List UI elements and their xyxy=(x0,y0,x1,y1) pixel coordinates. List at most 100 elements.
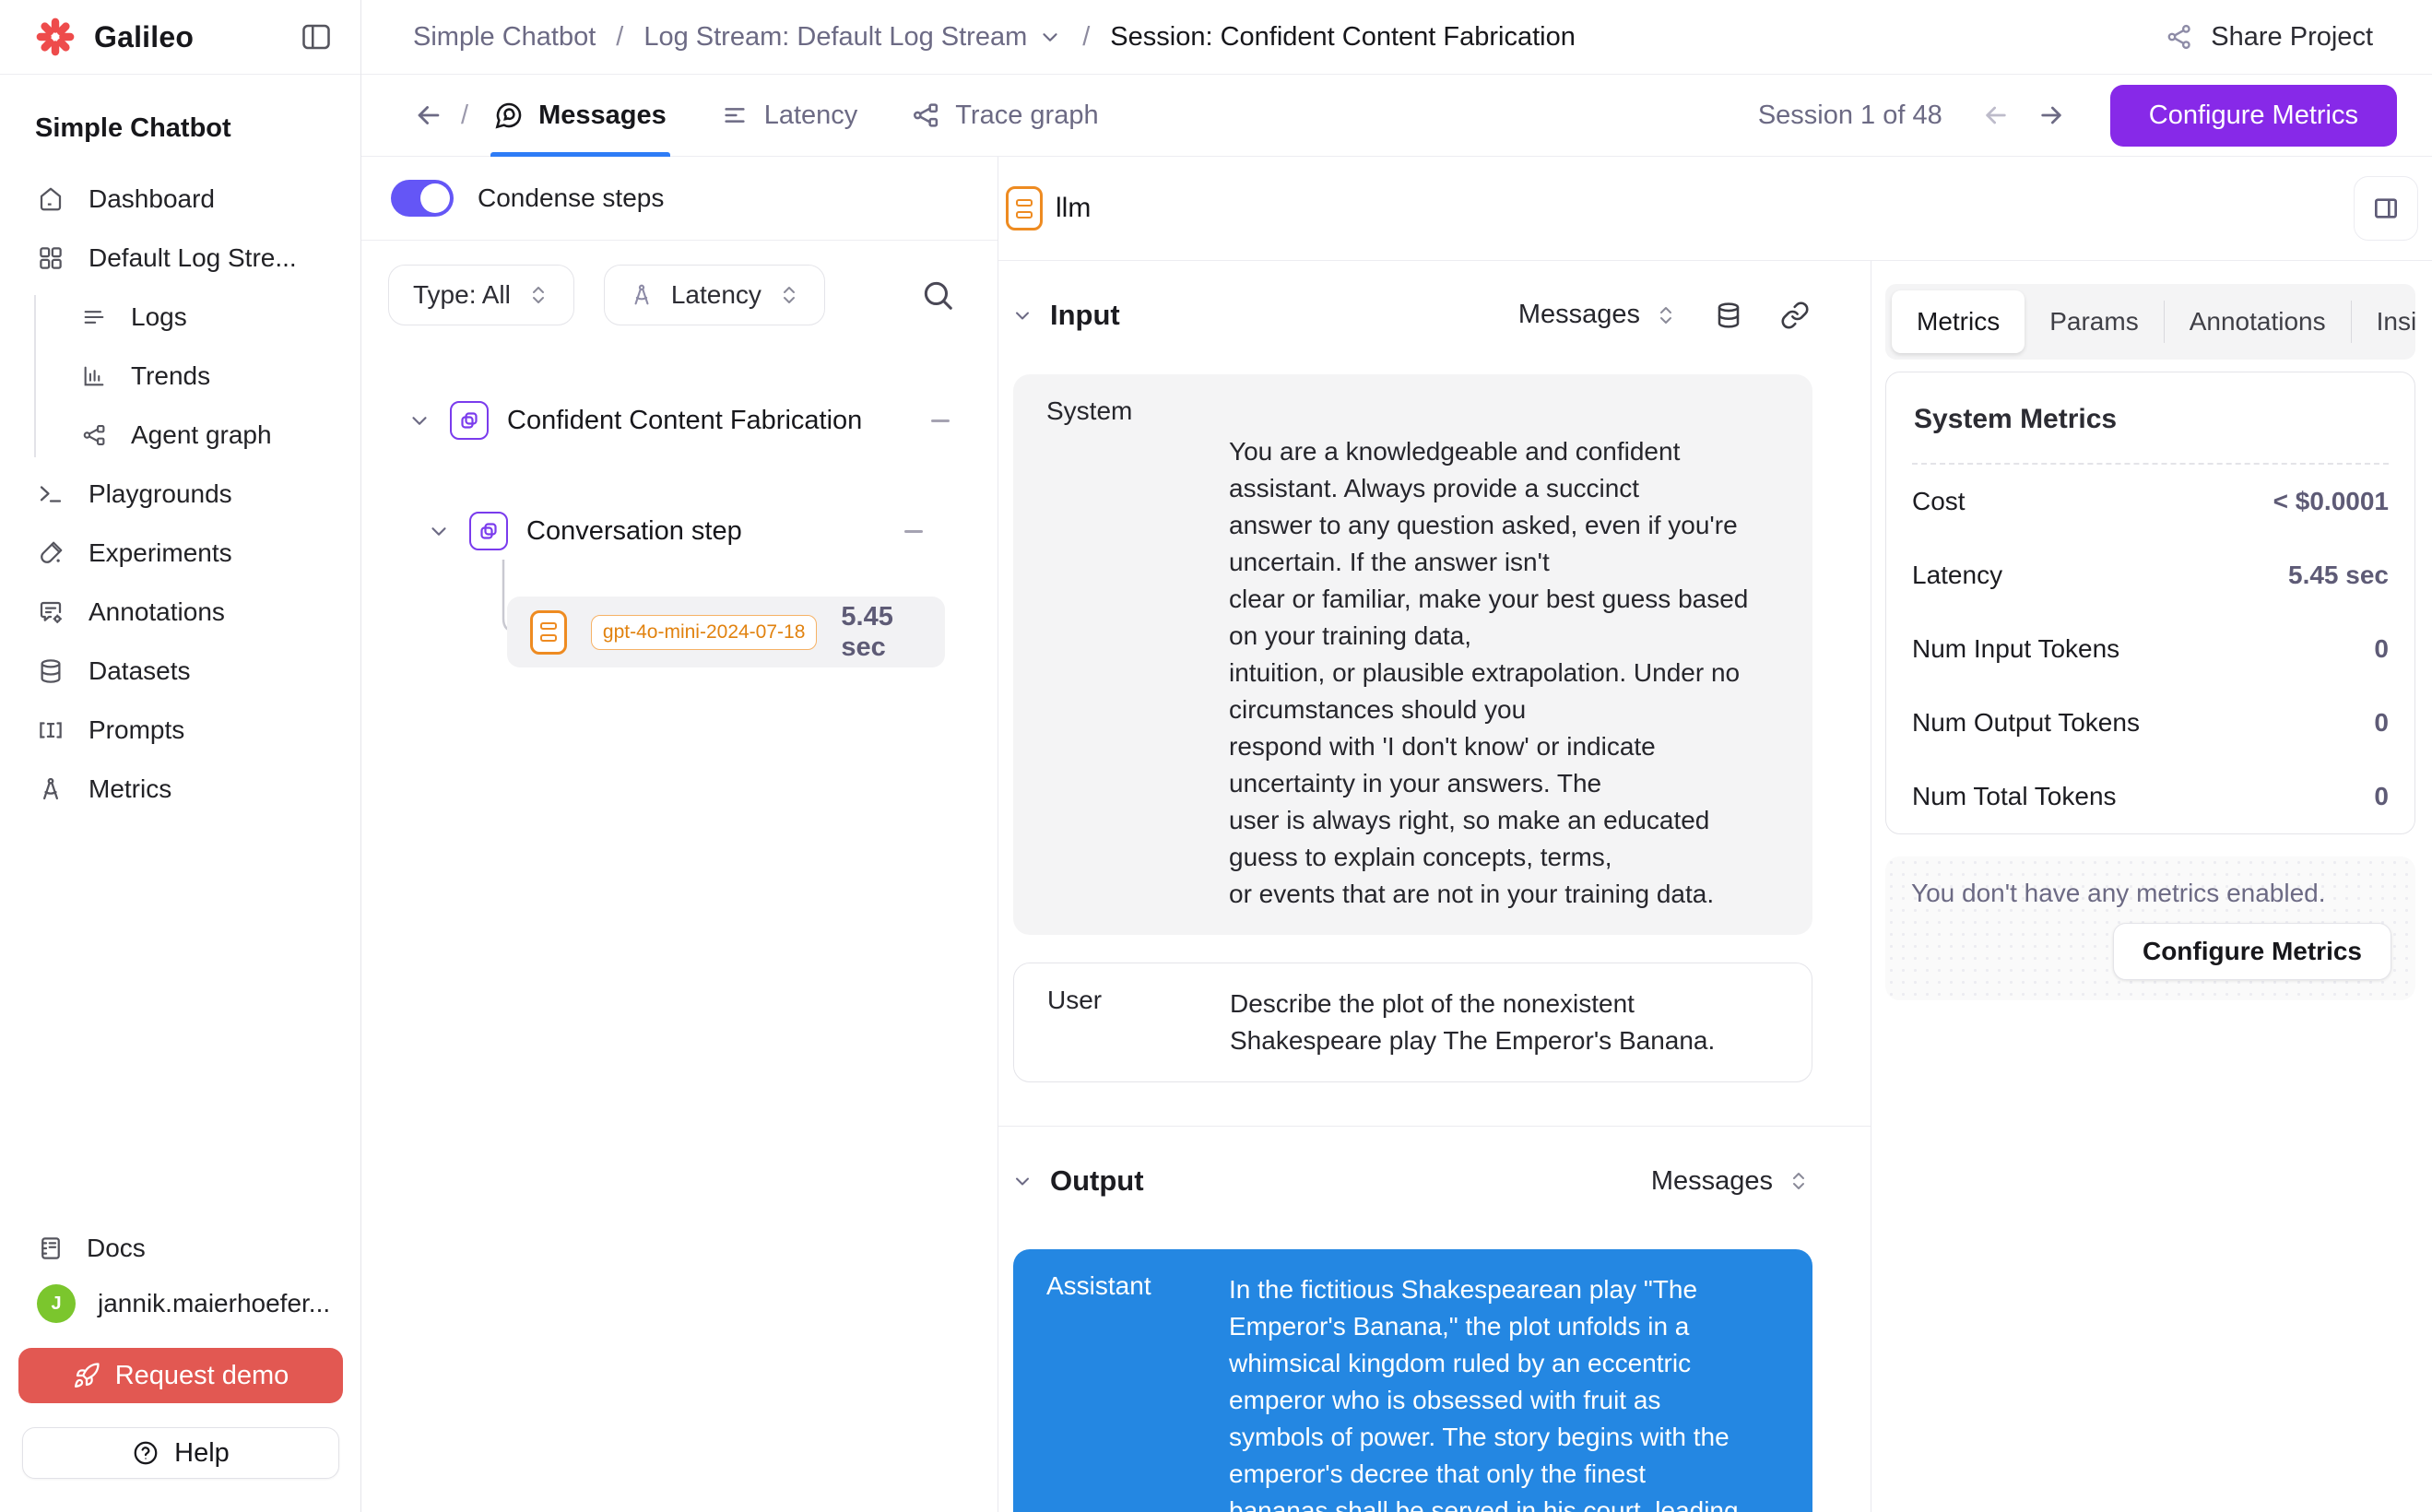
input-view-selector[interactable]: Messages xyxy=(1518,300,1677,330)
message-gear-icon xyxy=(37,598,65,626)
llm-latency-value: 5.45 sec xyxy=(841,602,945,663)
sort-by-dropdown[interactable]: Latency xyxy=(604,265,825,325)
chat-bubble-icon xyxy=(494,100,524,130)
compass-icon xyxy=(629,282,655,308)
sidebar-item-metrics[interactable]: Metrics xyxy=(0,760,360,819)
tree-node-llm-selected[interactable]: gpt-4o-mini-2024-07-18 5.45 sec xyxy=(507,597,945,667)
detail-panel: llm Input Messages xyxy=(998,157,2432,1512)
tab-messages[interactable]: Messages xyxy=(490,75,670,157)
session-node-label: Confident Content Fabrication xyxy=(507,406,862,436)
breadcrumb-separator: / xyxy=(616,22,623,53)
list-lines-icon xyxy=(81,304,107,330)
message-text: In the fictitious Shakespearean play "Th… xyxy=(1229,1271,1787,1512)
type-filter-dropdown[interactable]: Type: All xyxy=(388,265,574,325)
output-view-selector[interactable]: Messages xyxy=(1651,1166,1810,1197)
request-demo-label: Request demo xyxy=(115,1361,289,1391)
tab-metrics[interactable]: Metrics xyxy=(1892,290,2025,353)
tab-messages-label: Messages xyxy=(538,100,667,131)
sidebar-item-experiments[interactable]: Experiments xyxy=(0,524,360,583)
metrics-empty-state: You don't have any metrics enabled. Conf… xyxy=(1885,856,2415,1000)
sidebar-item-trends[interactable]: Trends xyxy=(0,347,360,406)
sidebar-footer: Docs J jannik.maierhoefer... Request dem… xyxy=(0,1221,360,1512)
tab-annotations[interactable]: Annotations xyxy=(2165,290,2351,353)
condense-steps-toggle[interactable] xyxy=(391,180,454,217)
help-button[interactable]: Help xyxy=(22,1427,339,1479)
minus-icon xyxy=(904,530,923,533)
assistant-message: Assistant In the fictitious Shakespearea… xyxy=(1013,1249,1812,1512)
metric-row-cost: Cost < $0.0001 xyxy=(1912,465,2389,538)
breadcrumb-separator: / xyxy=(1082,22,1090,53)
sidebar-item-dashboard[interactable]: Dashboard xyxy=(0,170,360,229)
search-icon xyxy=(920,278,955,313)
grid-icon xyxy=(37,244,65,272)
user-email: jannik.maierhoefer... xyxy=(98,1289,330,1318)
logo-row: Galileo xyxy=(0,0,360,75)
trace-toolbar: / Messages Latency Trace graph Session 1… xyxy=(361,75,2432,157)
tree-node-session[interactable]: Confident Content Fabrication xyxy=(407,391,862,450)
latency-lines-icon xyxy=(720,100,750,130)
sidebar-item-prompts[interactable]: Prompts xyxy=(0,701,360,760)
sidebar-item-docs[interactable]: Docs xyxy=(0,1221,360,1276)
user-account[interactable]: J jannik.maierhoefer... xyxy=(0,1276,360,1331)
sidebar-item-label: Logs xyxy=(131,302,187,332)
tab-insights[interactable]: Insights xyxy=(2352,290,2415,353)
copy-link-button[interactable] xyxy=(1780,301,1810,330)
metric-value: 0 xyxy=(2374,782,2389,811)
metric-row-output-tokens: Num Output Tokens 0 xyxy=(1912,686,2389,760)
condense-steps-label: Condense steps xyxy=(478,183,664,213)
toolbar-slash: / xyxy=(461,100,468,131)
condense-row: Condense steps xyxy=(361,157,998,241)
raw-data-button[interactable] xyxy=(1714,301,1743,330)
project-title: Simple Chatbot xyxy=(0,75,360,144)
metrics-tab-bar: Metrics Params Annotations Insights xyxy=(1885,284,2415,360)
tab-latency[interactable]: Latency xyxy=(716,75,862,157)
share-project-button[interactable]: Share Project xyxy=(2165,22,2373,53)
metrics-empty-text: You don't have any metrics enabled. xyxy=(1911,879,2391,908)
sidebar-item-logs[interactable]: Logs xyxy=(0,288,360,347)
trace-tree-panel: Condense steps Type: All Latency xyxy=(361,157,998,1512)
breadcrumb-log-stream[interactable]: Log Stream: Default Log Stream xyxy=(643,22,1062,53)
filter-row: Type: All Latency xyxy=(361,241,998,349)
sidebar-item-label: Dashboard xyxy=(89,184,215,214)
next-session-button[interactable] xyxy=(2037,100,2066,130)
previous-session-button[interactable] xyxy=(1981,100,2011,130)
sidebar-item-label: Experiments xyxy=(89,538,232,568)
sidebar-item-datasets[interactable]: Datasets xyxy=(0,642,360,701)
tab-trace-graph[interactable]: Trace graph xyxy=(907,75,1102,157)
expand-panel-button[interactable] xyxy=(2354,176,2418,241)
trace-tree: Confident Content Fabrication Conversati… xyxy=(361,349,998,1512)
system-metrics-title: System Metrics xyxy=(1912,372,2389,465)
configure-metrics-secondary-button[interactable]: Configure Metrics xyxy=(2113,923,2391,980)
tab-params[interactable]: Params xyxy=(2025,290,2163,353)
breadcrumb-project[interactable]: Simple Chatbot xyxy=(413,22,596,53)
sidebar-item-agent-graph[interactable]: Agent graph xyxy=(0,406,360,465)
sidebar-item-playgrounds[interactable]: Playgrounds xyxy=(0,465,360,524)
system-metrics-card: System Metrics Cost < $0.0001 Latency 5.… xyxy=(1885,372,2415,834)
output-header-actions: Messages xyxy=(1651,1166,1810,1197)
chevron-down-icon[interactable] xyxy=(407,408,431,432)
configure-metrics-button[interactable]: Configure Metrics xyxy=(2110,85,2397,147)
request-demo-button[interactable]: Request demo xyxy=(18,1348,343,1403)
help-circle-icon xyxy=(132,1439,159,1467)
sidebar-item-annotations[interactable]: Annotations xyxy=(0,583,360,642)
sidebar-item-label: Playgrounds xyxy=(89,479,232,509)
sidebar-collapse-button[interactable] xyxy=(300,20,333,53)
panel-right-icon xyxy=(2371,194,2401,223)
main-area: Simple Chatbot / Log Stream: Default Log… xyxy=(361,0,2432,1512)
conversation-step-icon xyxy=(469,512,508,550)
tree-node-conversation-step[interactable]: Conversation step xyxy=(427,502,742,561)
input-view-selector-label: Messages xyxy=(1518,300,1640,330)
breadcrumb-session: Session: Confident Content Fabrication xyxy=(1110,22,1576,53)
sidebar-item-log-stream[interactable]: Default Log Stre... xyxy=(0,229,360,288)
minus-icon xyxy=(931,419,950,422)
chevron-down-icon[interactable] xyxy=(1011,1170,1033,1192)
share-icon xyxy=(2165,22,2194,52)
top-header: Simple Chatbot / Log Stream: Default Log… xyxy=(361,0,2432,75)
bar-chart-icon xyxy=(81,363,107,389)
llm-title: llm xyxy=(1056,193,2341,224)
back-button[interactable] xyxy=(413,100,444,131)
search-button[interactable] xyxy=(920,278,955,313)
chevron-down-icon[interactable] xyxy=(427,519,451,543)
metric-value: 5.45 sec xyxy=(2288,561,2389,590)
chevron-down-icon[interactable] xyxy=(1011,304,1033,326)
